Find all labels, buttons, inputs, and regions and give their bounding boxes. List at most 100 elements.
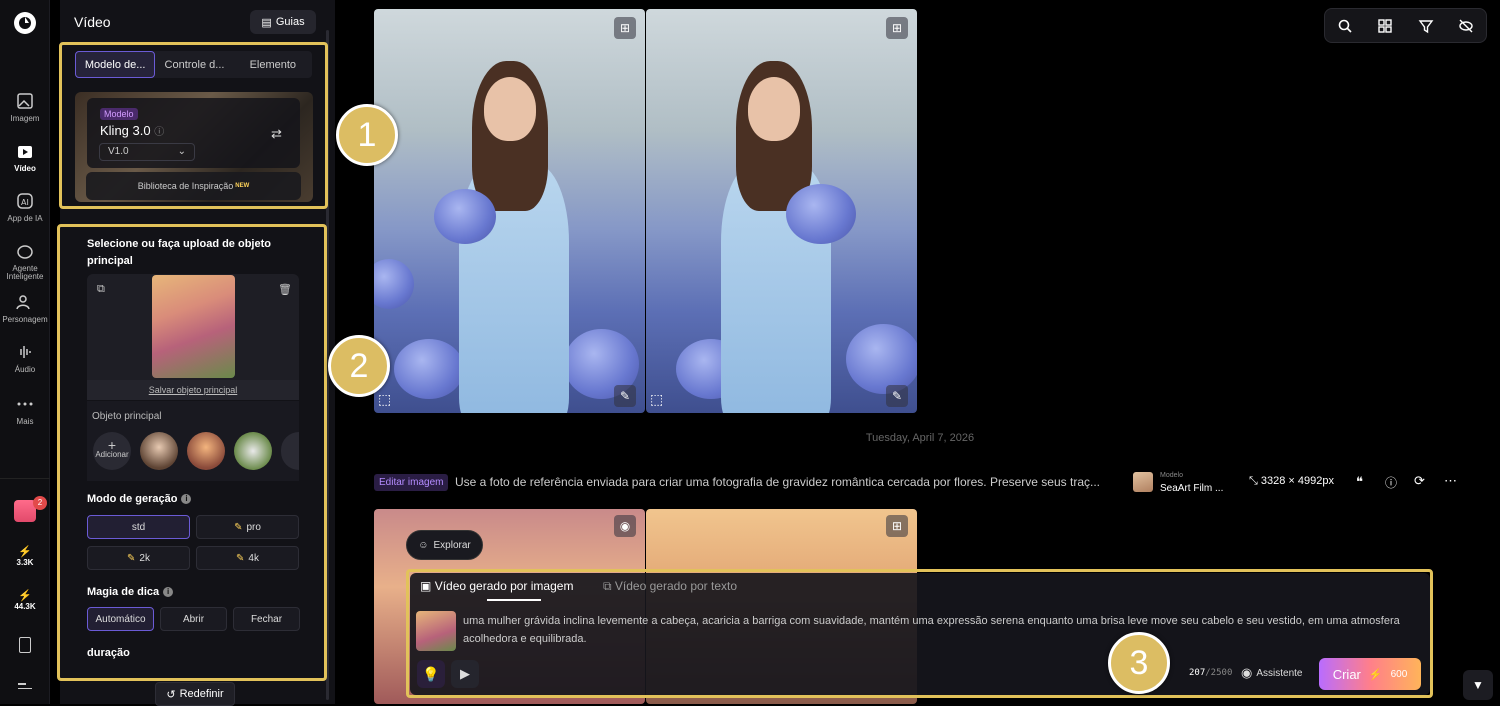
rail-divider — [0, 478, 50, 479]
guias-button[interactable]: ▤ Guias — [250, 10, 316, 34]
quote-icon[interactable]: ❝ — [1356, 474, 1363, 490]
scroll-down-button[interactable]: ▼ — [1463, 670, 1493, 700]
subject-image[interactable] — [152, 275, 235, 378]
info-icon: i — [181, 494, 192, 505]
info-icon: i — [163, 587, 174, 598]
mode-pro[interactable]: ✎ pro — [196, 515, 299, 539]
reset-button[interactable]: ↺ Redefinir — [155, 682, 235, 706]
eye-icon[interactable]: ◉ — [614, 515, 636, 537]
rail-item-video[interactable]: Vídeo — [0, 142, 50, 173]
feed-prompt[interactable]: Use a foto de referência enviada para cr… — [455, 475, 1125, 489]
camera-icon[interactable]: ▶ — [451, 660, 479, 688]
generated-image[interactable]: ⊞ ✎ ⬚ — [646, 9, 917, 413]
character-icon — [16, 295, 30, 310]
panel-tabs: Modelo de... Controle d... Elemento — [75, 51, 312, 78]
mode-4k[interactable]: ✎ 4k — [196, 546, 299, 570]
callout-2: 2 — [328, 335, 390, 397]
model-name: Kling 3.0 ⓘ — [100, 123, 165, 138]
add-object-button[interactable]: + Adicionar — [93, 432, 131, 470]
duration-title: duração — [87, 647, 130, 659]
menu-icon[interactable] — [18, 683, 32, 693]
logo-icon[interactable] — [14, 12, 36, 34]
tab-image-to-video[interactable]: ▣ Vídeo gerado por imagem — [420, 579, 573, 593]
svg-text:AI: AI — [21, 198, 29, 207]
rail-item-more[interactable]: Mais — [0, 395, 50, 426]
explore-icon: ☺ — [418, 539, 429, 551]
save-icon[interactable]: ⬚ — [650, 391, 663, 408]
bolt-purple-icon: ⚡ — [18, 590, 32, 602]
tab-modelo[interactable]: Modelo de... — [75, 51, 156, 78]
tab-elemento[interactable]: Elemento — [234, 51, 312, 78]
magic-auto[interactable]: Automático — [87, 607, 154, 631]
save-icon[interactable]: ⬚ — [378, 391, 391, 408]
rail-item-agent[interactable]: Agente Inteligente — [0, 243, 50, 281]
grid-icon[interactable] — [1377, 18, 1393, 34]
model-version-select[interactable]: V1.0 ⌄ — [99, 143, 195, 161]
edit-icon[interactable]: ✎ — [614, 385, 636, 407]
generated-image[interactable]: ⊞ ✎ ⬚ — [374, 9, 645, 413]
bolt-icon: ⚡ — [1368, 668, 1383, 681]
swap-model-icon[interactable]: ⇄ — [271, 126, 287, 142]
explore-button[interactable]: ☺ Explorar — [406, 530, 483, 560]
assistant-toggle[interactable]: ◉ Assistente — [1241, 665, 1302, 681]
info-icon[interactable]: ⓘ — [1385, 474, 1397, 491]
mode-2k[interactable]: ✎ 2k — [87, 546, 190, 570]
active-tab-indicator — [487, 599, 541, 601]
resize-icon: ⤡ — [1249, 475, 1258, 487]
ai-app-icon: AI — [17, 193, 33, 209]
chevron-down-icon: ⌄ — [177, 146, 186, 157]
callout-3: 3 — [1108, 632, 1170, 694]
rail-label: Áudio — [14, 365, 36, 374]
phone-icon[interactable] — [19, 637, 31, 653]
model-thumbnail — [1133, 472, 1153, 492]
rail-item-audio[interactable]: Áudio — [0, 343, 50, 374]
composer-thumbnail[interactable] — [416, 611, 456, 651]
rail-label: Vídeo — [14, 164, 36, 173]
more-icon[interactable]: ⋯ — [1444, 473, 1457, 489]
magic-close[interactable]: Fechar — [233, 607, 300, 631]
refresh-icon[interactable]: ⟳ — [1414, 473, 1425, 489]
rail-item-character[interactable]: Personagem — [0, 293, 50, 324]
rail-label: Agente Inteligente — [6, 264, 44, 281]
eye-off-icon[interactable] — [1458, 18, 1474, 34]
mode-std[interactable]: std — [87, 515, 190, 539]
create-button[interactable]: Criar ⚡ 600 — [1319, 658, 1421, 690]
credits-a: ⚡ 3.3K — [0, 545, 50, 567]
composer-prompt[interactable]: uma mulher grávida inclina levemente a c… — [463, 612, 1423, 648]
inspiration-library-button[interactable]: Biblioteca de Inspiração NEW — [86, 172, 301, 200]
edit-icon[interactable]: ✎ — [886, 385, 908, 407]
expand-icon[interactable]: ⊞ — [614, 17, 636, 39]
callout-1: 1 — [336, 104, 398, 166]
tab-text-to-video[interactable]: ⧉ Vídeo gerado por texto — [603, 579, 737, 594]
premium-icon: ✎ — [127, 552, 136, 564]
gift-badge: 2 — [33, 496, 47, 510]
char-counter: 207/2500 — [1189, 668, 1233, 678]
more-icon — [17, 402, 33, 406]
plus-icon: + — [107, 437, 117, 453]
model-badge: Modelo — [100, 108, 138, 120]
lightbulb-icon[interactable]: 💡 — [417, 660, 445, 688]
credits-b: ⚡ 44.3K — [0, 589, 50, 611]
rail-label: Personagem — [2, 315, 48, 324]
avatar[interactable] — [187, 432, 225, 470]
premium-icon: ✎ — [236, 552, 245, 564]
rail-item-app[interactable]: AI App de IA — [0, 192, 50, 223]
rail-item-imagem[interactable]: Imagem — [0, 92, 50, 123]
filter-icon[interactable] — [1418, 18, 1434, 34]
avatar[interactable] — [234, 432, 272, 470]
image-icon — [17, 93, 33, 109]
save-object-link[interactable]: Salvar objeto principal — [87, 380, 299, 400]
tab-controle[interactable]: Controle d... — [155, 51, 233, 78]
audio-icon — [20, 346, 31, 358]
edit-image-badge: Editar imagem — [374, 474, 449, 491]
avatar[interactable] — [140, 432, 178, 470]
replace-image-icon[interactable]: ⧉ — [97, 283, 105, 296]
object-label: Objeto principal — [92, 411, 162, 422]
magic-open[interactable]: Abrir — [160, 607, 227, 631]
expand-icon[interactable]: ⊞ — [886, 17, 908, 39]
trash-icon[interactable]: 🗑 — [278, 283, 292, 296]
search-icon[interactable] — [1337, 18, 1353, 34]
image-video-icon: ▣ — [420, 579, 432, 593]
mode-title: Modo de geração i — [87, 493, 192, 505]
expand-icon[interactable]: ⊞ — [886, 515, 908, 537]
